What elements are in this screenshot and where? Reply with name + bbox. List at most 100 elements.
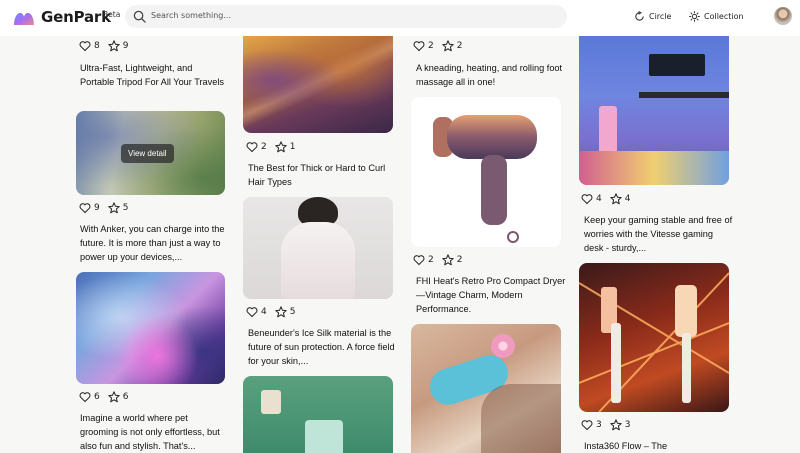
like-button[interactable]: 2 [246,141,267,153]
heart-icon [581,194,593,205]
card-stats: 8 9 [79,40,136,52]
image-object [261,390,281,414]
hair-dryer-illustration [433,115,537,243]
like-count: 8 [94,41,100,51]
card-stats: 2 2 [413,254,470,266]
star-count: 2 [456,41,463,51]
image-monitor [649,54,705,76]
genpark-logo-icon[interactable] [12,7,36,27]
card-title[interactable]: Insta360 Flow – The [584,439,734,453]
star-icon [275,141,287,153]
refresh-circle-icon [635,10,644,21]
nav-circle[interactable]: Circle [634,9,671,23]
star-count: 4 [624,194,631,204]
card-title[interactable]: With Anker, you can charge into the futu… [80,222,228,266]
like-button[interactable]: 3 [581,419,602,431]
card-title[interactable]: Imagine a world where pet grooming is no… [80,411,228,453]
top-bar: GenPark Beta Search something... Circle … [0,0,800,36]
star-button[interactable]: 1 [275,141,296,153]
star-button[interactable]: 5 [108,202,129,214]
like-button[interactable]: 2 [413,40,434,52]
card-title[interactable]: Beneunder's Ice Silk material is the fut… [248,326,396,370]
gimbal-illustration [579,272,729,412]
card-stats: 9 5 [79,202,136,214]
star-button[interactable]: 2 [442,254,462,266]
nav-circle-label: Circle [649,11,672,21]
star-count: 9 [122,41,129,51]
like-button[interactable]: 4 [581,193,602,205]
star-button[interactable]: 9 [108,40,129,52]
like-button[interactable]: 2 [413,254,434,266]
star-button[interactable]: 6 [108,391,129,403]
card-image[interactable] [579,36,729,185]
card-title[interactable]: Keep your gaming stable and free of worr… [584,213,734,257]
card-image[interactable] [411,324,561,453]
card-image[interactable] [76,272,225,384]
beta-badge: Beta [103,10,121,19]
like-count: 2 [428,41,434,51]
heart-icon [79,392,91,403]
star-icon [108,391,120,403]
card-title[interactable]: Ultra-Fast, Lightweight, and Portable Tr… [80,61,228,105]
sun-icon [689,10,700,22]
like-button[interactable]: 6 [79,391,100,403]
image-shading [76,272,225,384]
heart-icon [246,142,258,153]
star-icon [442,254,454,266]
star-button[interactable]: 2 [442,40,463,52]
like-count: 9 [94,203,100,213]
star-icon [442,40,454,52]
like-count: 6 [94,392,100,402]
view-detail-button[interactable]: View detail [121,144,174,163]
star-button[interactable]: 4 [610,193,631,205]
image-rug [579,151,729,185]
star-button[interactable]: 3 [610,419,631,431]
star-icon [610,419,622,431]
like-button[interactable]: 4 [246,306,267,318]
heart-icon [79,203,91,214]
star-count: 1 [289,142,296,152]
avatar[interactable] [774,7,792,25]
search-bar[interactable]: Search something... [125,5,567,28]
like-count: 2 [428,255,434,265]
like-count: 4 [261,307,267,317]
card-title[interactable]: A kneading, heating, and rolling foot ma… [416,61,566,91]
nav-collection-label: Collection [704,11,744,21]
card-image[interactable]: View detail [76,111,225,195]
card-image[interactable] [243,197,393,299]
card-image[interactable] [243,376,393,453]
like-count: 4 [596,194,602,204]
card-stats: 2 2 [413,40,470,52]
card-stats: 6 6 [79,391,136,403]
card-title[interactable]: The Best for Thick or Hard to Curl Hair … [248,161,396,191]
image-shading [481,384,561,453]
card-stats: 4 4 [581,193,638,205]
like-button[interactable]: 9 [79,202,100,214]
star-count: 6 [122,392,129,402]
nav-collection[interactable]: Collection [689,9,744,23]
card-stats: 4 5 [246,306,303,318]
card-image[interactable] [579,263,729,412]
search-input[interactable]: Search something... [151,11,231,20]
image-object [305,420,343,453]
card-image[interactable] [243,36,393,133]
star-button[interactable]: 5 [275,306,296,318]
star-count: 3 [624,420,631,430]
star-icon [108,202,120,214]
image-shading [243,36,393,133]
like-count: 3 [596,420,602,430]
heart-icon [581,420,593,431]
card-title[interactable]: FHI Heat's Retro Pro Compact Dryer—Vinta… [416,274,566,318]
star-icon [108,40,120,52]
star-count: 5 [289,307,296,317]
star-icon [275,306,287,318]
star-count: 5 [122,203,129,213]
image-pc-case [599,106,617,156]
card-image[interactable] [411,97,561,247]
heart-icon [413,41,425,52]
search-icon [133,10,146,23]
like-button[interactable]: 8 [79,40,100,52]
image-desk-top [639,92,729,98]
brand-name[interactable]: GenPark [41,8,111,26]
heart-icon [413,255,425,266]
